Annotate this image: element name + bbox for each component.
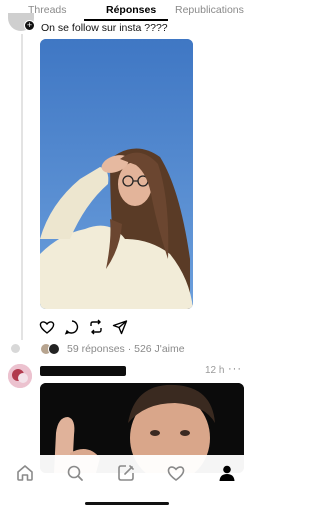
photo-illustration [40,39,193,309]
search-icon[interactable] [66,464,84,482]
post-photo[interactable] [40,39,193,309]
post-timestamp: 12 h [205,365,225,376]
post-stats[interactable]: 59 réponses · 526 J'aime [67,343,185,355]
author-avatar[interactable] [8,364,32,388]
replier-avatar [48,343,60,355]
home-indicator [85,502,169,505]
profile-tabs: Threads Réponses Republications [0,0,252,22]
avatar-image [8,364,32,388]
heart-icon[interactable] [39,319,55,335]
more-options-icon[interactable]: ··· [228,363,242,375]
repost-icon[interactable] [88,319,104,335]
active-tab-indicator [84,19,168,21]
comment-icon[interactable] [64,319,80,335]
thread-end-dot [11,344,20,353]
activity-icon[interactable] [167,464,185,482]
share-icon[interactable] [112,319,128,335]
thread-connector-line [21,34,23,340]
author-name-redacted[interactable] [40,366,126,376]
profile-icon[interactable] [218,464,236,482]
tab-reposts[interactable]: Republications [175,4,244,16]
tab-replies[interactable]: Réponses [106,4,156,16]
compose-icon[interactable] [117,464,135,482]
parent-reply-text: On se follow sur insta ???? [41,22,168,34]
follow-plus-icon[interactable]: + [24,20,35,31]
home-icon[interactable] [16,464,34,482]
